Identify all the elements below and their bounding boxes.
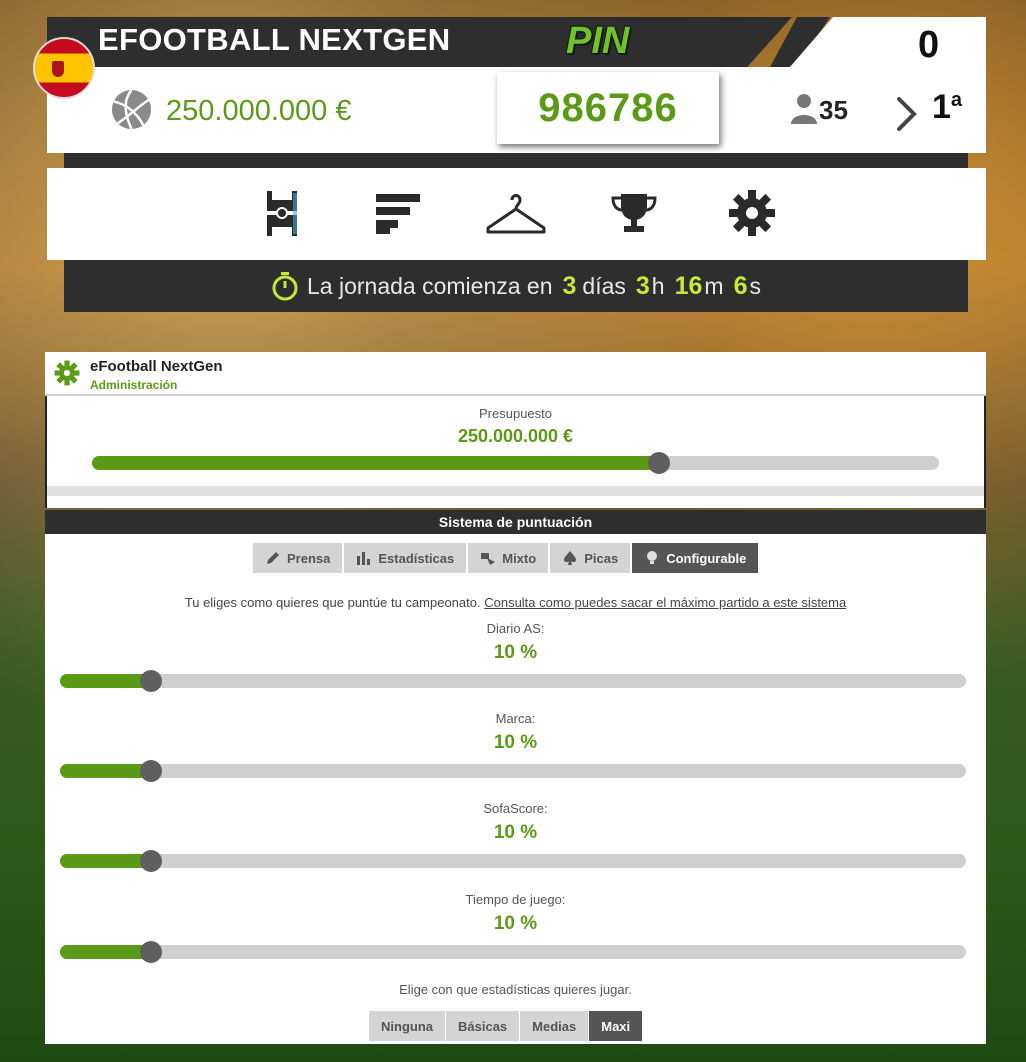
countdown-days-unit: días [582, 272, 626, 299]
stats-option-maxi[interactable]: Maxi [589, 1011, 643, 1041]
tab-label: Estadísticas [378, 550, 455, 566]
countdown-days: 3 [562, 271, 577, 300]
slider-handle[interactable] [139, 941, 162, 963]
slider-fill [60, 674, 151, 688]
countdown-hours: 3 [635, 271, 650, 300]
tab-configurable[interactable]: Configurable [632, 543, 759, 573]
matchday-countdown: La jornada comienza en 3 días 3h 16 m 6s [64, 260, 968, 312]
tab-label: Prensa [287, 550, 331, 566]
field-icon[interactable] [263, 188, 313, 238]
slider-fill [60, 764, 151, 778]
slider-sofascore[interactable] [60, 850, 966, 872]
budget-amount: 250.000.000 € [166, 95, 352, 127]
slider-label-sofascore: SofaScore: [483, 801, 548, 816]
stats-options: Ninguna Básicas Medias Maxi [369, 1011, 643, 1041]
countdown-prefix: La jornada comienza en [307, 272, 553, 299]
scoring-info: Tu eliges como quieres que puntúe tu cam… [45, 595, 986, 610]
budget-value: 250.000.000 € [457, 426, 574, 446]
stats-label: Elige con que estadísticas quieres jugar… [399, 982, 632, 997]
pencil-icon [267, 552, 279, 564]
tab-estadisticas[interactable]: Estadísticas [344, 543, 467, 573]
slider-diario-as[interactable] [60, 670, 966, 692]
slider-value-marca: 10 % [493, 732, 538, 753]
countdown-minutes: 16 [674, 271, 703, 300]
team-title: EFOOTBALL NEXTGEN [98, 22, 451, 57]
hanger-icon[interactable] [484, 188, 548, 238]
gear-icon[interactable] [727, 188, 777, 238]
slider-handle[interactable] [139, 850, 162, 872]
tab-label: Mixto [502, 550, 537, 566]
slider-label-marca: Marca: [495, 711, 536, 726]
scoring-title: Sistema de puntuación [45, 510, 986, 534]
stats-option-basicas[interactable]: Básicas [446, 1011, 520, 1041]
countdown-hours-unit: h [651, 272, 665, 299]
budget-label: Presupuesto [479, 406, 552, 421]
countdown-seconds-unit: s [749, 272, 761, 299]
slider-value-sofascore: 10 % [493, 822, 538, 843]
info-text: Tu eliges como quieres que puntúe tu cam… [184, 595, 481, 610]
rank-position: 1a [932, 88, 962, 127]
budget-slider[interactable] [92, 452, 939, 474]
slider-value-tiempo-de-juego: 10 % [493, 913, 538, 934]
slider-label-diario-as: Diario AS: [486, 621, 545, 636]
chart-icon [357, 552, 371, 565]
chevron-right-icon[interactable] [896, 96, 918, 132]
slider-fill [60, 854, 151, 868]
slider-tiempo-de-juego[interactable] [60, 941, 966, 963]
bulb-icon [647, 551, 658, 564]
budget-slider-fill [92, 456, 660, 470]
players-count: 35 [819, 95, 848, 125]
info-link[interactable]: Consulta como puedes sacar el máximo par… [484, 595, 846, 610]
rank-number: 1 [932, 88, 951, 126]
stats-option-medias[interactable]: Medias [520, 1011, 589, 1041]
league-title: eFootball NextGen [90, 358, 223, 375]
tab-prensa[interactable]: Prensa [253, 543, 343, 573]
tab-mixto[interactable]: Mixto [468, 543, 549, 573]
budget-divider [47, 486, 984, 496]
user-icon [791, 94, 817, 124]
spain-flag-icon[interactable] [33, 37, 95, 99]
pin-code[interactable]: 986786 [497, 72, 719, 144]
volleyball-icon [111, 89, 152, 130]
slider-handle[interactable] [139, 670, 162, 692]
spade-icon [564, 551, 577, 565]
scoring-tabs: Prensa Estadísticas Mixto Picas Configur… [253, 543, 759, 573]
bars-icon[interactable] [374, 188, 424, 238]
tab-picas[interactable]: Picas [550, 543, 631, 573]
pin-label: PIN [566, 20, 630, 62]
countdown-minutes-unit: m [704, 272, 724, 299]
slider-handle[interactable] [139, 760, 162, 782]
trophy-icon[interactable] [609, 188, 659, 238]
rank-suffix: a [950, 89, 963, 111]
tab-label: Picas [584, 550, 619, 566]
scoring-section [45, 534, 986, 1044]
points-value: 0 [918, 24, 940, 66]
admin-subtitle: Administración [90, 378, 178, 392]
header-separator [64, 153, 968, 168]
mix-icon [481, 553, 496, 565]
stats-option-ninguna[interactable]: Ninguna [369, 1011, 445, 1041]
countdown-seconds: 6 [733, 271, 748, 300]
slider-label-tiempo-de-juego: Tiempo de juego: [465, 892, 566, 907]
slider-fill [60, 945, 151, 959]
settings-gear-icon [54, 360, 80, 386]
slider-value-diario-as: 10 % [493, 642, 538, 663]
stopwatch-icon [272, 272, 298, 301]
slider-marca[interactable] [60, 760, 966, 782]
tab-label: Configurable [666, 550, 747, 566]
